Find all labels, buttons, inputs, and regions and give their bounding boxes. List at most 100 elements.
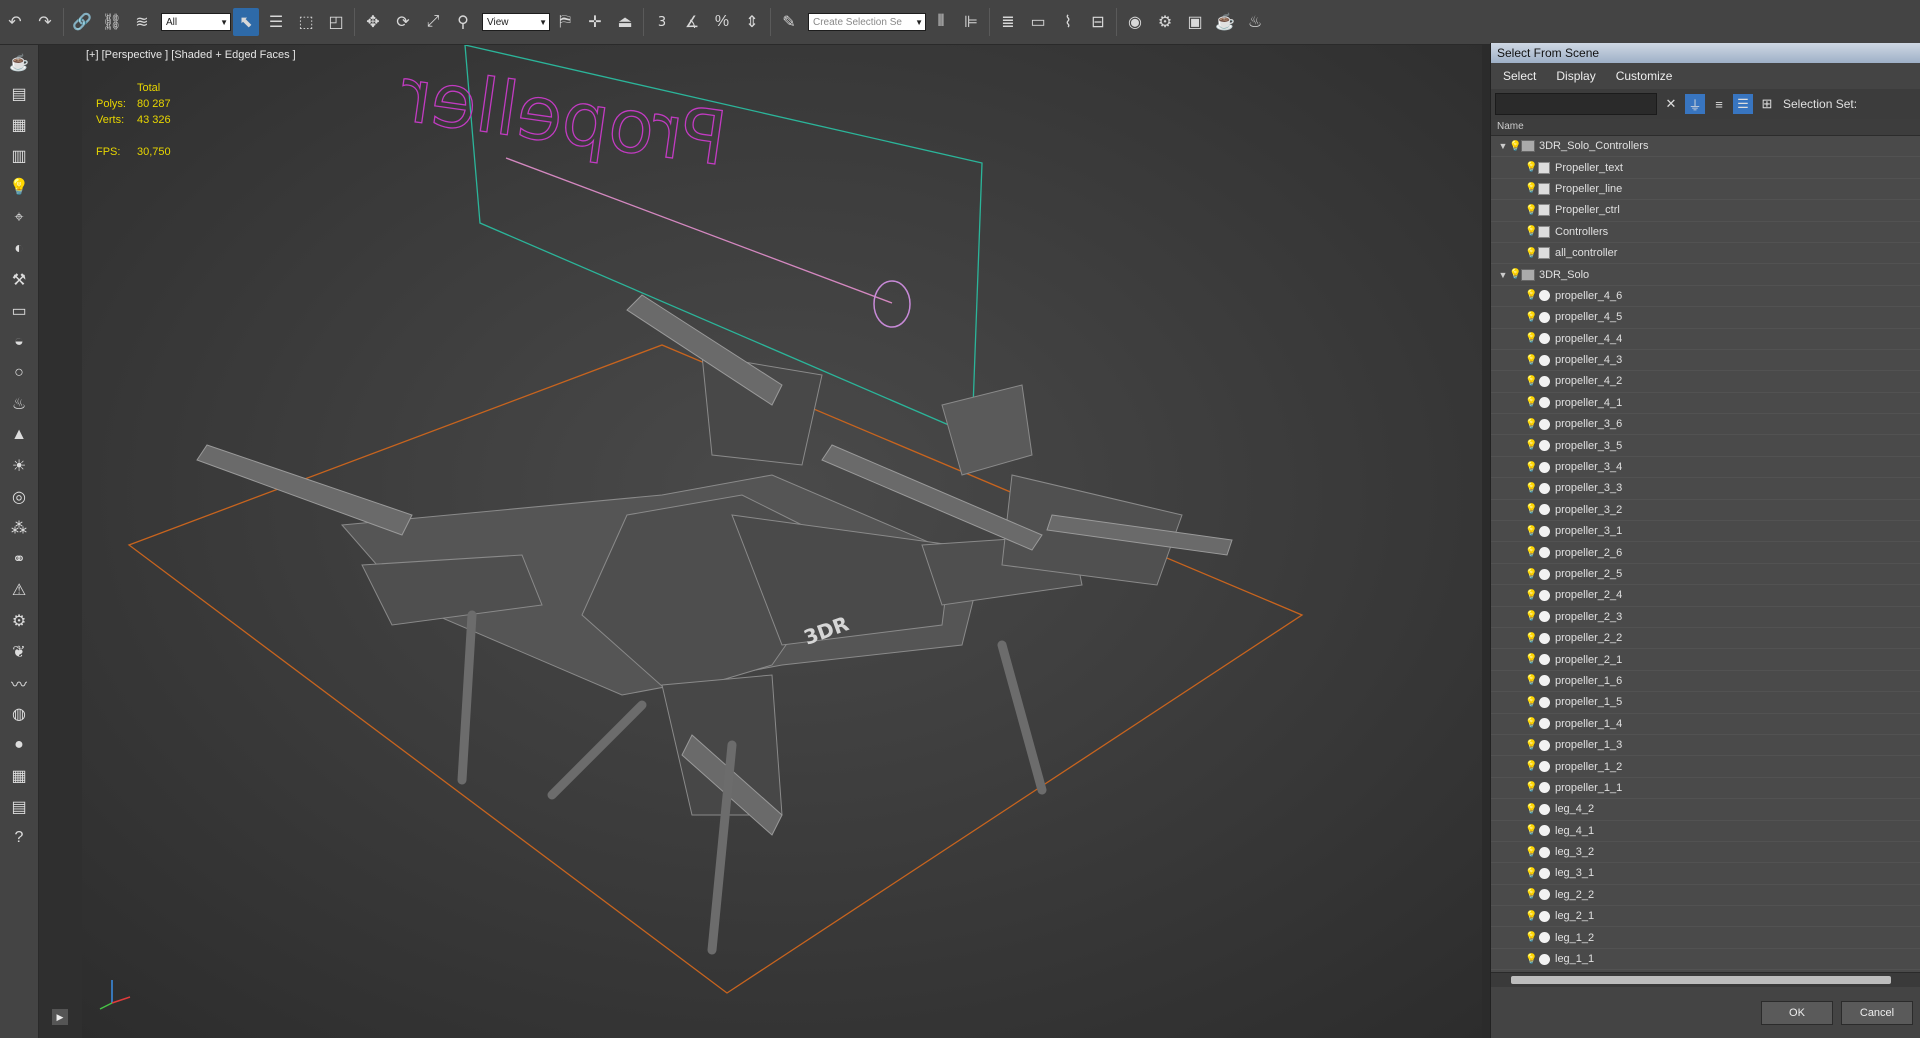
layer-explorer-icon[interactable]: ≣ bbox=[995, 8, 1021, 36]
expand-triangle-icon[interactable]: ▼ bbox=[1497, 141, 1509, 151]
visibility-bulb-icon[interactable]: 💡 bbox=[1525, 376, 1537, 387]
select-object-icon[interactable]: ⬉ bbox=[233, 8, 259, 36]
tree-object-row[interactable]: 💡 Propeller_line bbox=[1491, 179, 1920, 201]
visibility-bulb-icon[interactable]: 💡 bbox=[1525, 462, 1537, 473]
cancel-button[interactable]: Cancel bbox=[1841, 1001, 1913, 1025]
spinner-snap-icon[interactable]: ⇕ bbox=[739, 8, 765, 36]
visibility-bulb-icon[interactable]: 💡 bbox=[1525, 675, 1537, 686]
tree-object-row[interactable]: 💡 propeller_2_3 bbox=[1491, 607, 1920, 628]
compound-icon[interactable]: ⚭ bbox=[6, 546, 32, 572]
visibility-bulb-icon[interactable]: 💡 bbox=[1525, 483, 1537, 494]
visibility-bulb-icon[interactable]: 💡 bbox=[1525, 333, 1537, 344]
visibility-bulb-icon[interactable]: 💡 bbox=[1525, 226, 1537, 237]
rectangular-selection-icon[interactable]: ⬚ bbox=[293, 8, 319, 36]
tree-object-row[interactable]: 💡 propeller_3_6 bbox=[1491, 414, 1920, 436]
visibility-bulb-icon[interactable]: 💡 bbox=[1525, 526, 1537, 537]
percent-snap-icon[interactable]: % bbox=[709, 8, 735, 36]
visibility-bulb-icon[interactable]: 💡 bbox=[1525, 954, 1537, 965]
render-sphere-icon[interactable]: ● bbox=[6, 732, 32, 758]
visibility-bulb-icon[interactable]: 💡 bbox=[1525, 633, 1537, 644]
tree-object-row[interactable]: 💡 leg_4_2 bbox=[1491, 799, 1920, 821]
layer-sort-icon[interactable]: ☰ bbox=[1733, 94, 1753, 114]
render-setup-icon[interactable]: ⚙ bbox=[1152, 8, 1178, 36]
visibility-bulb-icon[interactable]: 💡 bbox=[1525, 889, 1537, 900]
visibility-bulb-icon[interactable]: 💡 bbox=[1509, 269, 1521, 280]
tree-object-row[interactable]: 💡 propeller_1_1 bbox=[1491, 778, 1920, 800]
menu-customize[interactable]: Customize bbox=[1616, 69, 1673, 83]
tree-object-row[interactable]: 💡 propeller_2_6 bbox=[1491, 542, 1920, 564]
visibility-bulb-icon[interactable]: 💡 bbox=[1525, 825, 1537, 836]
visibility-bulb-icon[interactable]: 💡 bbox=[1525, 718, 1537, 729]
bind-spacewarp-icon[interactable]: ≋ bbox=[129, 8, 155, 36]
snap-toggle-icon[interactable]: 3 bbox=[649, 8, 675, 36]
visibility-bulb-icon[interactable]: 💡 bbox=[1525, 697, 1537, 708]
light-icon[interactable]: 💡 bbox=[6, 174, 32, 200]
visibility-bulb-icon[interactable]: 💡 bbox=[1525, 847, 1537, 858]
tree-object-row[interactable]: 💡 propeller_1_4 bbox=[1491, 714, 1920, 735]
camera-icon[interactable]: ⌖ bbox=[6, 205, 32, 231]
perspective-viewport[interactable]: Propeller 3DR [+] [Perspective] [Shaded… bbox=[82, 45, 1482, 1038]
selection-filter-dropdown[interactable]: All ▼ bbox=[161, 13, 231, 31]
visibility-bulb-icon[interactable]: 💡 bbox=[1525, 312, 1537, 323]
mirror-icon[interactable]: ⫴ bbox=[928, 8, 954, 36]
tree-object-row[interactable]: 💡 leg_2_1 bbox=[1491, 906, 1920, 928]
visibility-bulb-icon[interactable]: 💡 bbox=[1525, 911, 1537, 922]
tree-object-row[interactable]: 💡 leg_3_1 bbox=[1491, 863, 1920, 885]
hierarchy-icon[interactable]: ▦ bbox=[6, 112, 32, 138]
teapot-icon[interactable]: ☕ bbox=[6, 50, 32, 76]
visibility-bulb-icon[interactable]: 💡 bbox=[1525, 162, 1537, 173]
gear-icon[interactable]: ⚙ bbox=[6, 608, 32, 634]
tree-object-row[interactable]: 💡 propeller_3_1 bbox=[1491, 521, 1920, 543]
torus-icon[interactable]: ◎ bbox=[6, 484, 32, 510]
visibility-bulb-icon[interactable]: 💡 bbox=[1525, 547, 1537, 558]
play-icon[interactable]: ▶ bbox=[52, 1009, 68, 1025]
visibility-bulb-icon[interactable]: 💡 bbox=[1525, 569, 1537, 580]
visibility-bulb-icon[interactable]: 💡 bbox=[1525, 419, 1537, 430]
tree-object-row[interactable]: 💡 propeller_4_4 bbox=[1491, 329, 1920, 350]
scrollbar-thumb[interactable] bbox=[1511, 976, 1891, 984]
tree-object-row[interactable]: 💡 leg_4_1 bbox=[1491, 821, 1920, 842]
skin-icon[interactable]: ◍ bbox=[6, 701, 32, 727]
tree-layer-row[interactable]: ▼ 💡 3DR_Solo bbox=[1491, 264, 1920, 286]
undo-icon[interactable]: ↶ bbox=[2, 8, 28, 36]
particles-icon[interactable]: ⁂ bbox=[6, 515, 32, 541]
search-input[interactable] bbox=[1495, 93, 1657, 115]
unlink-icon[interactable]: ⛓ bbox=[99, 8, 125, 36]
tree-layer-row[interactable]: ▼ 💡 3DR_Solo_Controllers bbox=[1491, 136, 1920, 158]
plane-icon[interactable]: ▭ bbox=[6, 298, 32, 324]
tree-object-row[interactable]: 💡 propeller_1_6 bbox=[1491, 671, 1920, 693]
filter-icon[interactable]: ⏚ bbox=[1685, 94, 1705, 114]
menu-display[interactable]: Display bbox=[1556, 69, 1595, 83]
tree-object-row[interactable]: 💡 propeller_3_4 bbox=[1491, 457, 1920, 479]
tree-object-row[interactable]: 💡 propeller_3_2 bbox=[1491, 500, 1920, 522]
sun-icon[interactable]: ☀ bbox=[6, 453, 32, 479]
hair-icon[interactable]: 〰 bbox=[6, 670, 32, 696]
visibility-bulb-icon[interactable]: 💡 bbox=[1525, 804, 1537, 815]
tree-object-row[interactable]: 💡 propeller_4_6 bbox=[1491, 286, 1920, 308]
tree-object-row[interactable]: 💡 propeller_1_2 bbox=[1491, 756, 1920, 778]
render-iterative-icon[interactable]: ♨ bbox=[1242, 8, 1268, 36]
helper-icon[interactable]: ⚠ bbox=[6, 577, 32, 603]
scale-icon[interactable]: ⤢ bbox=[420, 8, 446, 36]
visibility-bulb-icon[interactable]: 💡 bbox=[1525, 868, 1537, 879]
visibility-bulb-icon[interactable]: 💡 bbox=[1525, 183, 1537, 194]
rotate-icon[interactable]: ⟳ bbox=[390, 8, 416, 36]
visibility-bulb-icon[interactable]: 💡 bbox=[1525, 504, 1537, 515]
tree-object-row[interactable]: 💡 all_controller bbox=[1491, 243, 1920, 265]
tree-object-row[interactable]: 💡 propeller_3_5 bbox=[1491, 435, 1920, 457]
curve-editor-icon[interactable]: ⌇ bbox=[1055, 8, 1081, 36]
tree-object-row[interactable]: 💡 propeller_4_2 bbox=[1491, 371, 1920, 393]
visibility-bulb-icon[interactable]: 💡 bbox=[1525, 782, 1537, 793]
tree-object-row[interactable]: 💡 leg_3_2 bbox=[1491, 842, 1920, 864]
render-production-icon[interactable]: ☕ bbox=[1212, 8, 1238, 36]
tree-object-row[interactable]: 💡 propeller_4_3 bbox=[1491, 350, 1920, 372]
named-selection-dropdown[interactable]: Create Selection Se ▼ bbox=[808, 13, 926, 31]
tree-object-row[interactable]: 💡 propeller_2_2 bbox=[1491, 628, 1920, 650]
visibility-bulb-icon[interactable]: 💡 bbox=[1525, 440, 1537, 451]
visibility-bulb-icon[interactable]: 💡 bbox=[1525, 654, 1537, 665]
pivot-center-icon[interactable]: ⛿ bbox=[552, 8, 578, 36]
sphere-icon[interactable]: ○ bbox=[6, 360, 32, 386]
tree-object-row[interactable]: 💡 leg_2_2 bbox=[1491, 885, 1920, 907]
tree-object-row[interactable]: 💡 propeller_2_1 bbox=[1491, 649, 1920, 671]
angle-snap-icon[interactable]: ∡ bbox=[679, 8, 705, 36]
